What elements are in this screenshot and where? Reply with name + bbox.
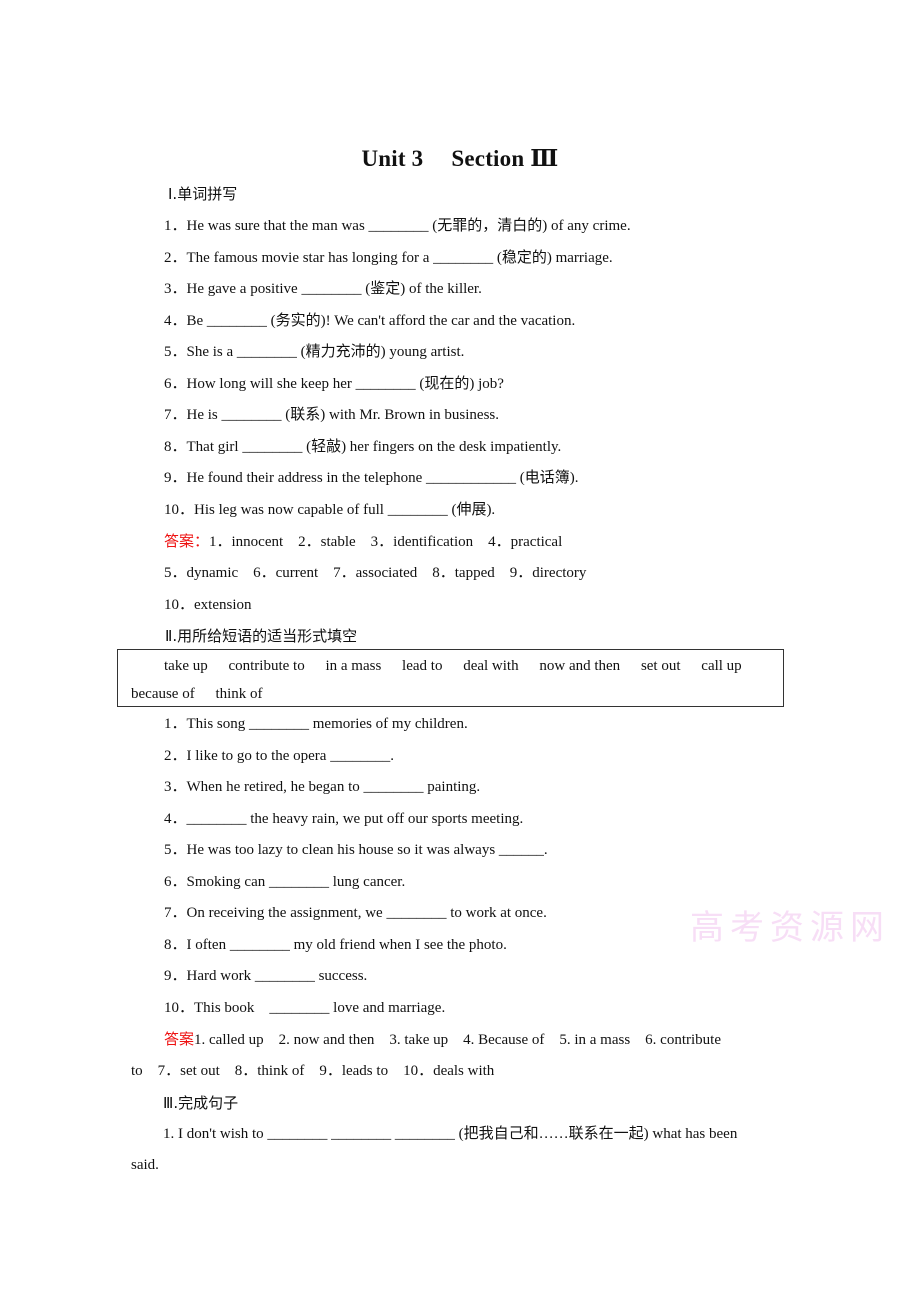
answer-label: 答案： bbox=[164, 534, 210, 550]
s1-item: 2．The famous movie star has longing for … bbox=[164, 250, 613, 266]
s3-item-cont: said. bbox=[131, 1157, 159, 1173]
phrase: because of bbox=[131, 686, 195, 702]
answer-text: 1．innocent 2．stable 3．identification 4．p… bbox=[209, 534, 563, 550]
s1-item: 7．He is ________ (联系) with Mr. Brown in … bbox=[164, 407, 499, 423]
s1-item: 4．Be ________ (务实的)! We can't afford the… bbox=[164, 313, 576, 329]
s1-item: 8．That girl ________ (轻敲) her fingers on… bbox=[164, 439, 562, 455]
s2-item: 4．________ the heavy rain, we put off ou… bbox=[164, 811, 524, 827]
answer-text: 1. called up 2. now and then 3. take up … bbox=[194, 1032, 721, 1048]
s1-answers: 答案：1．innocent 2．stable 3．identification … bbox=[164, 532, 562, 552]
s2-item: 10．This book ________ love and marriage. bbox=[164, 1000, 446, 1016]
s2-item: 6．Smoking can ________ lung cancer. bbox=[164, 874, 406, 890]
s2-item: 5．He was too lazy to clean his house so … bbox=[164, 842, 548, 858]
phrase: call up bbox=[701, 658, 742, 674]
section1-heading: Ⅰ.单词拼写 bbox=[168, 185, 238, 203]
phrase: now and then bbox=[539, 658, 621, 674]
s2-item: 9．Hard work ________ success. bbox=[164, 968, 368, 984]
phrase-box: take up contribute to in a mass lead to … bbox=[117, 649, 784, 707]
phrase: take up bbox=[164, 658, 208, 674]
phrase: deal with bbox=[463, 658, 519, 674]
phrase: in a mass bbox=[325, 658, 382, 674]
answer-label: 答案 bbox=[164, 1032, 195, 1048]
s2-item: 2．I like to go to the opera ________. bbox=[164, 748, 394, 764]
phrase: lead to bbox=[402, 658, 443, 674]
s2-answers: 答案1. called up 2. now and then 3. take u… bbox=[164, 1030, 721, 1050]
s1-item: 6．How long will she keep her ________ (现… bbox=[164, 376, 504, 392]
section3-heading: Ⅲ.完成句子 bbox=[163, 1094, 239, 1112]
phrase-row: because of think of bbox=[131, 686, 263, 703]
s2-item: 1．This song ________ memories of my chil… bbox=[164, 716, 468, 732]
s1-answers-cont: 5．dynamic 6．current 7．associated 8．tappe… bbox=[164, 565, 587, 581]
phrase: contribute to bbox=[228, 658, 305, 674]
s2-answers-cont: to 7．set out 8．think of 9．leads to 10．de… bbox=[131, 1063, 495, 1079]
unit-label: Unit 3 bbox=[361, 146, 424, 171]
s1-answers-cont: 10．extension bbox=[164, 597, 252, 613]
s2-item: 3．When he retired, he began to ________ … bbox=[164, 779, 481, 795]
section-label: Section Ⅲ bbox=[451, 146, 559, 171]
phrase: set out bbox=[640, 658, 681, 674]
s1-item: 5．She is a ________ (精力充沛的) young artist… bbox=[164, 344, 465, 360]
watermark: 高考资源网 bbox=[690, 908, 890, 948]
phrase: think of bbox=[215, 686, 263, 702]
s1-item: 1．He was sure that the man was ________ … bbox=[164, 218, 631, 234]
s1-item: 10．His leg was now capable of full _____… bbox=[164, 502, 496, 518]
s2-item: 8．I often ________ my old friend when I … bbox=[164, 937, 507, 953]
page-title: Unit 3 Section Ⅲ bbox=[0, 145, 920, 172]
s2-item: 7．On receiving the assignment, we ______… bbox=[164, 905, 547, 921]
s1-item: 9．He found their address in the telephon… bbox=[164, 470, 579, 486]
phrase-row: take up contribute to in a mass lead to … bbox=[164, 658, 742, 675]
s1-item: 3．He gave a positive ________ (鉴定) of th… bbox=[164, 281, 482, 297]
section2-heading: Ⅱ.用所给短语的适当形式填空 bbox=[165, 627, 358, 645]
s3-item: 1. I don't wish to ________ ________ ___… bbox=[163, 1126, 738, 1142]
